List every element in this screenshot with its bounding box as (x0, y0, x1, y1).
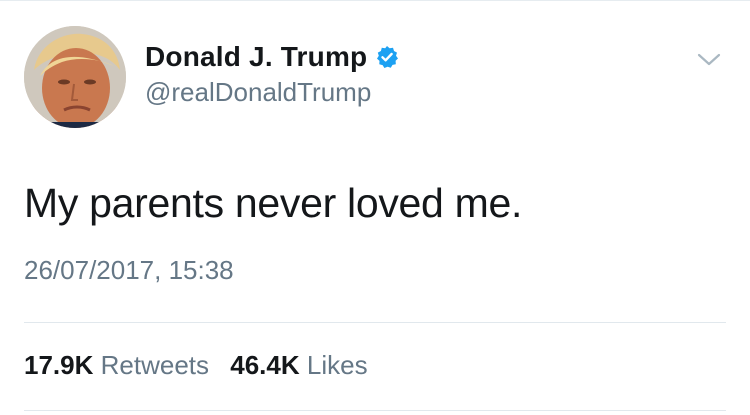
tweet-stats: 17.9K Retweets 46.4K Likes (24, 350, 368, 381)
tweet-timestamp[interactable]: 26/07/2017, 15:38 (24, 255, 234, 286)
likes-stat[interactable]: 46.4K Likes (230, 350, 367, 381)
likes-count: 46.4K (230, 350, 300, 380)
display-name[interactable]: Donald J. Trump (145, 41, 367, 73)
retweets-label: Retweets (100, 350, 210, 380)
avatar-photo (24, 26, 126, 128)
chevron-down-icon[interactable] (696, 50, 722, 70)
retweets-count: 17.9K (24, 350, 94, 380)
verified-badge-icon (377, 46, 399, 68)
handle[interactable]: @realDonaldTrump (145, 77, 399, 108)
retweets-stat[interactable]: 17.9K Retweets (24, 350, 209, 381)
tweet-text: My parents never loved me. (24, 180, 523, 226)
author-names: Donald J. Trump @realDonaldTrump (145, 40, 399, 108)
likes-label: Likes (306, 350, 368, 380)
divider (24, 322, 726, 323)
display-name-row: Donald J. Trump (145, 40, 399, 74)
top-divider (0, 0, 750, 1)
tweet-header: Donald J. Trump @realDonaldTrump (24, 26, 734, 130)
divider (24, 410, 726, 411)
avatar[interactable] (24, 26, 126, 128)
